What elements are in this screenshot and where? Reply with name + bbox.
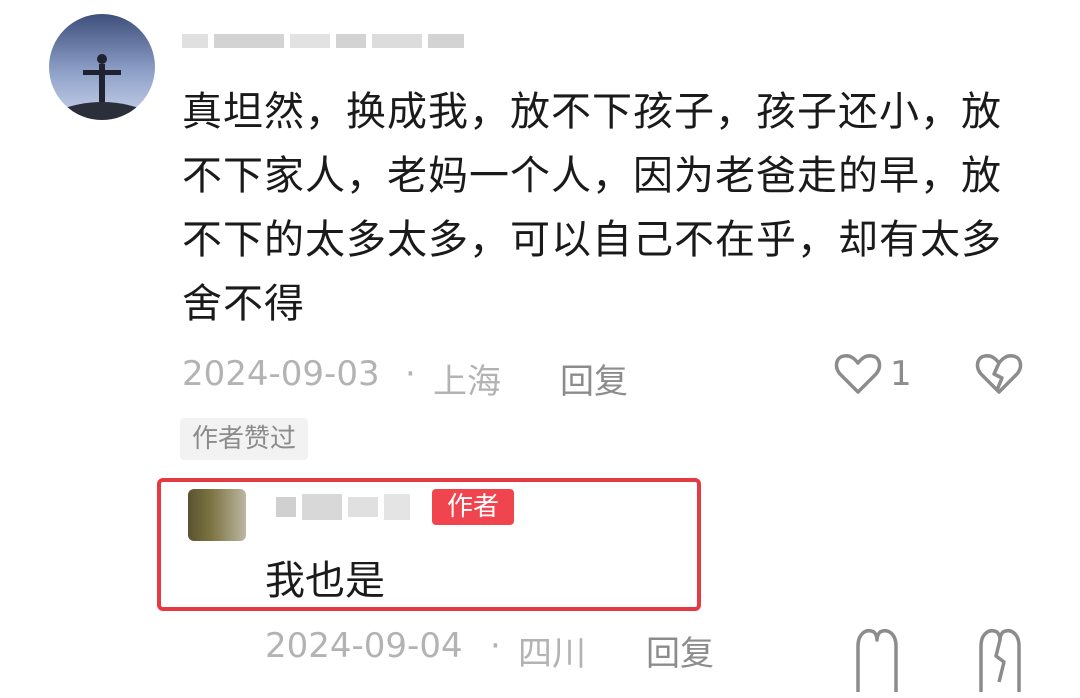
comment-separator: ·	[405, 354, 416, 394]
reply-text: 我也是	[265, 558, 385, 604]
comment-date: 2024-09-03	[182, 354, 380, 394]
like-count: 1	[890, 354, 912, 394]
commenter-avatar[interactable]	[49, 14, 155, 120]
reply-author-avatar[interactable]	[188, 489, 246, 541]
reply-reply-button[interactable]: 回复	[646, 626, 714, 675]
reply-date: 2024-09-04	[265, 626, 463, 666]
reply-author-name-blurred	[276, 494, 410, 520]
heart-icon[interactable]	[834, 352, 882, 396]
reply-separator: ·	[490, 626, 501, 666]
comment-reply-button[interactable]: 回复	[560, 354, 628, 403]
reply-heart-icon-cropped[interactable]	[852, 622, 902, 692]
commenter-name-blurred	[182, 34, 464, 48]
reply-dislike-icon-cropped[interactable]	[975, 622, 1025, 692]
reply-location: 四川	[518, 634, 586, 674]
author-badge: 作者	[432, 489, 514, 525]
dislike-icon[interactable]	[975, 352, 1023, 396]
comment-text: 真坦然，换成我，放不下孩子，孩子还小，放不下家人，老妈一个人，因为老爸走的早，放…	[182, 89, 1002, 327]
comment-location: 上海	[433, 362, 501, 402]
author-liked-tag: 作者赞过	[180, 418, 309, 460]
